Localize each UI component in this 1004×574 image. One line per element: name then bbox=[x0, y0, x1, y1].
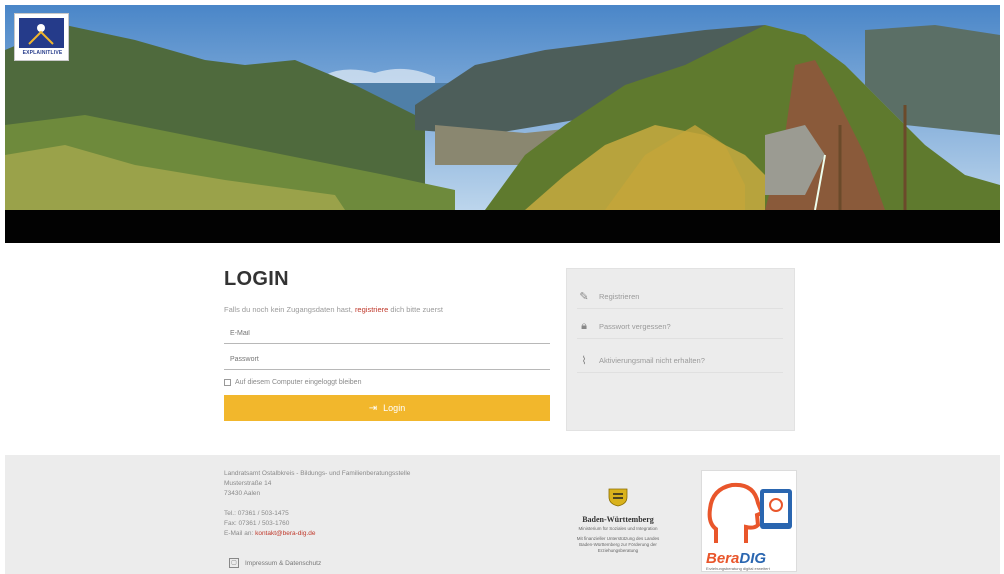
remember-label: Auf diesem Computer eingeloggt bleiben bbox=[235, 379, 362, 386]
register-link[interactable]: registriere bbox=[355, 305, 388, 314]
login-form: LOGIN Falls du noch kein Zugangsdaten ha… bbox=[224, 268, 552, 421]
bw-ministry-logo: Baden-Württemberg Ministerium für Sozial… bbox=[570, 485, 666, 554]
header-banner: EXPLAINITLIVE bbox=[5, 5, 1000, 210]
login-hint-suffix: dich bitte zuerst bbox=[390, 305, 443, 314]
footer-email-link[interactable]: kontakt@bera-dig.de bbox=[255, 530, 315, 537]
login-button-label: Login bbox=[383, 403, 406, 413]
site-logo[interactable]: EXPLAINITLIVE bbox=[14, 13, 69, 61]
head-silhouette-icon bbox=[707, 482, 792, 543]
login-hint: Falls du noch kein Zugangsdaten hast, re… bbox=[224, 305, 552, 314]
side-link-label: Aktivierungsmail nicht erhalten? bbox=[599, 356, 705, 365]
lock-icon: 🔒︎ bbox=[581, 320, 587, 332]
side-link-forgot-password[interactable]: 🔒︎ Passwort vergessen? bbox=[577, 315, 783, 339]
account-links-panel: ✎ Registrieren 🔒︎ Passwort vergessen? ⌇ … bbox=[566, 268, 795, 431]
side-link-label: Passwort vergessen? bbox=[599, 322, 671, 331]
login-arrow-icon: ⇥ bbox=[368, 402, 378, 414]
login-hint-prefix: Falls du noch kein Zugangsdaten hast, bbox=[224, 305, 353, 314]
email-input[interactable] bbox=[224, 324, 550, 344]
imprint-label: Impressum & Datenschutz bbox=[245, 559, 322, 567]
login-title: LOGIN bbox=[224, 268, 289, 290]
logo-mark bbox=[19, 18, 64, 48]
logo-figure-icon bbox=[28, 24, 54, 45]
footer-email-prefix: E-Mail an: bbox=[224, 530, 254, 537]
bw-funding-note: Mit finanzieller Unterstützung des Lande… bbox=[576, 536, 660, 553]
remember-checkbox[interactable] bbox=[224, 379, 231, 386]
bera-dig-wordmark: BeraDIG bbox=[706, 550, 766, 567]
bw-ministry: Ministerium für Soziales und Integration bbox=[578, 526, 658, 531]
dig-word: DIG bbox=[739, 550, 767, 567]
paperclip-icon: ⌇ bbox=[581, 355, 587, 367]
footer-email: E-Mail an: kontakt@bera-dig.de bbox=[224, 529, 410, 539]
address-line: Landratsamt Ostalbkreis - Bildungs- und … bbox=[224, 470, 411, 477]
password-input[interactable] bbox=[224, 350, 550, 370]
bw-name: Baden-Württemberg bbox=[582, 515, 654, 524]
side-link-label: Registrieren bbox=[599, 292, 640, 301]
remember-me[interactable]: Auf diesem Computer eingeloggt bleiben bbox=[224, 379, 552, 386]
bw-crest-icon bbox=[608, 488, 628, 507]
address-line: Musterstraße 14 bbox=[224, 480, 272, 487]
side-link-register[interactable]: ✎ Registrieren bbox=[577, 285, 783, 309]
pencil-icon: ✎ bbox=[579, 291, 589, 303]
bera-dig-logo: BeraDIG Erziehungsberatung digital erwei… bbox=[701, 470, 797, 572]
page: EXPLAINITLIVE LOGIN Falls du noch kein Z… bbox=[0, 0, 1004, 574]
footer: Landratsamt Ostalbkreis - Bildungs- und … bbox=[5, 455, 1000, 574]
side-link-activation-mail[interactable]: ⌇ Aktivierungsmail nicht erhalten? bbox=[577, 349, 783, 373]
footer-phone: Tel.: 07361 / 503-1475 bbox=[224, 510, 289, 517]
bera-word: Bera bbox=[706, 550, 740, 567]
logo-text: EXPLAINITLIVE bbox=[22, 50, 63, 56]
login-button[interactable]: ⇥ Login bbox=[224, 395, 550, 421]
address-line: 73430 Aalen bbox=[224, 490, 261, 497]
imprint-link[interactable]: ▢ Impressum & Datenschutz bbox=[229, 558, 321, 568]
bera-tagline: Erziehungsberatung digital erweitert bbox=[706, 566, 770, 571]
footer-fax: Fax: 07361 / 503-1760 bbox=[224, 520, 290, 527]
mountain-landscape-photo bbox=[5, 5, 1000, 210]
header-black-bar bbox=[5, 210, 1000, 243]
document-icon: ▢ bbox=[229, 558, 239, 568]
footer-address: Landratsamt Ostalbkreis - Bildungs- und … bbox=[224, 469, 410, 539]
